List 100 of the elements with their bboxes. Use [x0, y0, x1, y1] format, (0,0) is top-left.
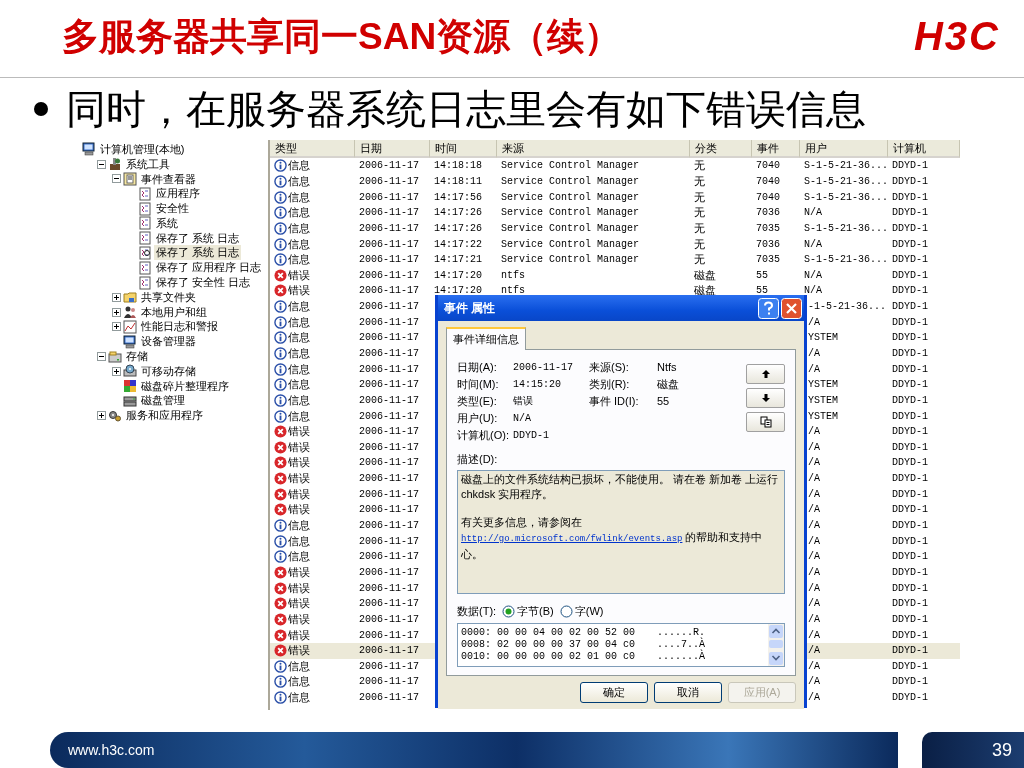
- field-value: Ntfs: [657, 361, 678, 373]
- bullet-text: 同时，在服务器系统日志里会有如下错误信息: [66, 85, 866, 133]
- description-text: 有关更多信息，请参阅在 http://go.microsoft.com/fwlink/events.asp 的帮助和支持中心。: [461, 515, 764, 562]
- date-cell: 2006-11-17: [359, 660, 419, 672]
- event-id-cell: 7040: [756, 175, 780, 187]
- computer-cell: DDYD-1: [892, 191, 928, 203]
- computer-cell: DDYD-1: [892, 488, 928, 500]
- date-cell: 2006-11-17: [359, 254, 419, 266]
- computer-cell: DDYD-1: [892, 660, 928, 672]
- user-cell: /A: [808, 566, 820, 578]
- event-id-cell: 7040: [756, 160, 780, 172]
- computer-cell: DDYD-1: [892, 676, 928, 688]
- date-cell: 2006-11-17: [359, 613, 419, 625]
- computer-cell: DDYD-1: [892, 520, 928, 532]
- type-cell: 错误: [288, 267, 310, 283]
- user-cell: YSTEM: [808, 394, 838, 406]
- date-cell: 2006-11-17: [359, 160, 419, 172]
- user-cell: /A: [808, 520, 820, 532]
- computer-cell: DDYD-1: [892, 457, 928, 469]
- computer-cell: DDYD-1: [892, 426, 928, 438]
- date-cell: 2006-11-17: [359, 363, 419, 375]
- type-cell: 信息: [288, 330, 310, 346]
- user-cell: N/A: [804, 269, 822, 281]
- user-cell: S-1-5-21-36...: [804, 160, 888, 172]
- computer-cell: DDYD-1: [892, 222, 928, 234]
- computer-cell: DDYD-1: [892, 363, 928, 375]
- event-id-cell: 7036: [756, 238, 780, 250]
- type-cell: 信息: [288, 346, 310, 361]
- time-cell: 14:17:22: [434, 238, 482, 250]
- type-cell: 错误: [288, 611, 310, 627]
- date-cell: 2006-11-17: [359, 535, 419, 547]
- user-cell: /A: [808, 535, 820, 547]
- event-id-cell: 7035: [756, 254, 780, 266]
- time-cell: 14:17:20: [434, 285, 482, 297]
- field-label: 时间(M):: [457, 376, 500, 392]
- user-cell: /A: [808, 660, 820, 672]
- source-cell: Service Control Manager: [501, 207, 640, 219]
- field-label: 用户(U):: [457, 410, 499, 426]
- source-cell: Service Control Manager: [501, 238, 640, 250]
- category-cell: 无: [694, 252, 705, 268]
- user-cell: /A: [808, 473, 820, 485]
- computer-cell: DDYD-1: [892, 316, 928, 328]
- page-number: 39: [991, 739, 1012, 761]
- source-cell: Service Control Manager: [501, 254, 640, 266]
- type-cell: 错误: [288, 486, 310, 502]
- type-cell: 信息: [288, 299, 310, 315]
- type-cell: 信息: [288, 236, 310, 252]
- source-cell: Service Control Manager: [501, 160, 640, 172]
- date-cell: 2006-11-17: [359, 566, 419, 578]
- date-cell: 2006-11-17: [359, 285, 419, 297]
- field-label: 类别(R):: [589, 376, 631, 392]
- date-cell: 2006-11-17: [359, 504, 419, 516]
- field-value: 14:15:20: [513, 378, 562, 390]
- user-cell: YSTEM: [808, 410, 838, 422]
- type-cell: 信息: [288, 408, 310, 424]
- time-cell: 14:17:20: [434, 269, 482, 281]
- type-cell: 错误: [288, 580, 310, 596]
- computer-cell: DDYD-1: [892, 238, 928, 250]
- date-cell: 2006-11-17: [359, 692, 419, 704]
- date-cell: 2006-11-17: [359, 394, 419, 406]
- type-cell: 信息: [288, 189, 310, 205]
- event-id-cell: 7040: [756, 191, 780, 203]
- footer-url: www.h3c.com: [68, 742, 155, 758]
- date-cell: 2006-11-17: [359, 629, 419, 641]
- type-cell: 信息: [288, 674, 310, 690]
- date-cell: 2006-11-17: [359, 473, 419, 485]
- user-cell: YSTEM: [808, 332, 838, 344]
- type-cell: 信息: [288, 518, 310, 534]
- user-cell: /A: [808, 488, 820, 500]
- type-cell: 错误: [288, 564, 310, 580]
- ascii-text: .......À: [657, 650, 706, 662]
- event-id-cell: 7035: [756, 222, 780, 234]
- user-cell: /A: [808, 692, 820, 704]
- time-cell: 14:17:21: [434, 254, 482, 266]
- computer-cell: DDYD-1: [892, 598, 928, 610]
- computer-cell: DDYD-1: [892, 254, 928, 266]
- date-cell: 2006-11-17: [359, 207, 419, 219]
- user-cell: /A: [808, 457, 820, 469]
- field-label: 事件 ID(I):: [589, 393, 640, 409]
- type-cell: 信息: [288, 173, 310, 189]
- field-value: 磁盘: [657, 376, 680, 392]
- source-cell: Service Control Manager: [501, 191, 640, 203]
- date-cell: 2006-11-17: [359, 379, 419, 391]
- type-cell: 错误: [288, 596, 310, 612]
- type-cell: 信息: [288, 549, 310, 565]
- type-cell: 错误: [288, 283, 310, 299]
- type-cell: 错误: [288, 424, 310, 440]
- date-cell: 2006-11-17: [359, 332, 419, 344]
- category-cell: 无: [694, 236, 705, 252]
- logo: H3C: [913, 14, 1000, 59]
- source-cell: Service Control Manager: [501, 175, 640, 187]
- hex-bytes: 0000: 00 00 04 00 02 00 52 00: [461, 626, 636, 638]
- date-cell: 2006-11-17: [359, 520, 419, 532]
- date-cell: 2006-11-17: [359, 488, 419, 500]
- type-cell: 信息: [288, 533, 310, 549]
- date-cell: 2006-11-17: [359, 410, 419, 422]
- type-cell: 错误: [288, 643, 310, 659]
- user-cell: S-1-5-21-36...: [804, 175, 888, 187]
- user-cell: /A: [808, 441, 820, 453]
- date-cell: 2006-11-17: [359, 426, 419, 438]
